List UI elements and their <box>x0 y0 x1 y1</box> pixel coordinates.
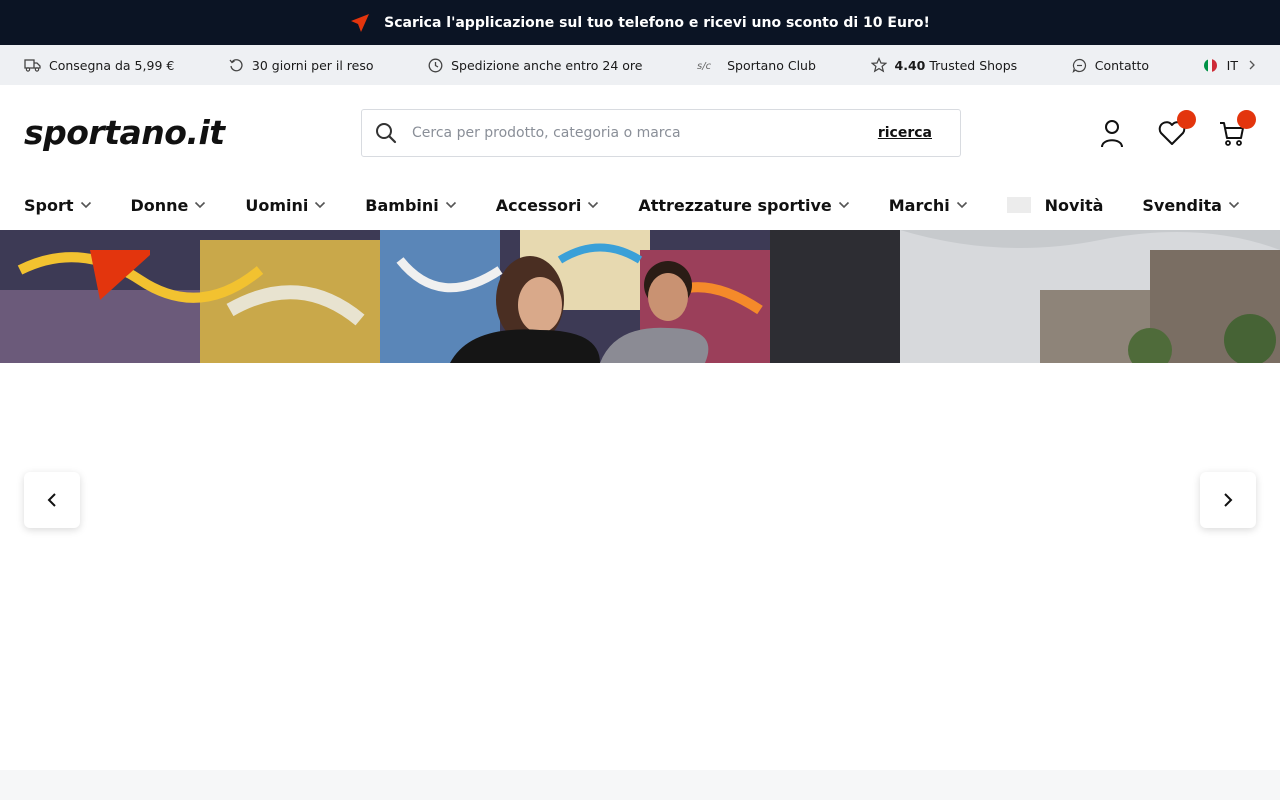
usp-returns-label: 30 giorni per il reso <box>251 57 374 73</box>
search-input[interactable] <box>412 125 878 141</box>
usp-trusted-label: Trusted Shops <box>929 57 1018 73</box>
search-button[interactable]: ricerca <box>878 125 932 141</box>
chevron-down-icon <box>195 201 206 209</box>
nav-item-accessori[interactable]: Accessori <box>496 196 600 215</box>
search-bar: ricerca <box>361 109 961 157</box>
chevron-down-icon <box>838 201 849 209</box>
nav-item-bambini[interactable]: Bambini <box>365 196 456 215</box>
cart-button[interactable] <box>1216 110 1256 149</box>
usp-shipping[interactable]: Spedizione anche entro 24 ore <box>428 58 642 73</box>
usp-delivery-label: Consegna da 5,99 € <box>49 57 175 73</box>
nav-item-label: Donne <box>130 195 189 215</box>
italy-flag-icon <box>1203 58 1217 72</box>
language-code: IT <box>1226 57 1238 73</box>
chevron-down-icon <box>588 201 599 209</box>
star-icon <box>870 57 887 73</box>
site-logo[interactable]: sportano.it <box>24 113 225 152</box>
chevron-right-icon <box>1249 60 1255 70</box>
novita-image-placeholder <box>1006 197 1031 213</box>
cart-badge <box>1237 110 1256 129</box>
nav-item-label: Sport <box>24 195 74 215</box>
usp-trusted-shops[interactable]: 4.40 Trusted Shops <box>870 57 1018 73</box>
nav-item-svendita[interactable]: Svendita <box>1142 196 1240 215</box>
nav-item-label: Marchi <box>888 195 950 215</box>
nav-item-novita[interactable]: Novità <box>1006 195 1104 215</box>
nav-item-attrezzature[interactable]: Attrezzature sportive <box>638 196 849 215</box>
hero-banner[interactable] <box>0 230 1280 363</box>
usp-contact[interactable]: Contatto <box>1072 58 1149 73</box>
language-selector[interactable]: IT <box>1203 57 1256 73</box>
clock-icon <box>428 58 443 72</box>
carousel-next-button[interactable] <box>1200 472 1256 528</box>
wishlist-badge <box>1177 110 1196 129</box>
nav-item-label: Bambini <box>365 195 439 215</box>
chevron-down-icon <box>956 201 967 209</box>
usp-delivery[interactable]: Consegna da 5,99 € <box>24 58 174 73</box>
usp-shipping-label: Spedizione anche entro 24 ore <box>451 57 643 73</box>
nav-item-sport[interactable]: Sport <box>24 196 92 215</box>
chat-icon <box>1072 58 1086 73</box>
nav-item-label: Svendita <box>1142 195 1222 215</box>
main-nav: Sport Donne Uomini Bambini Accessori Att… <box>0 180 1280 230</box>
chevron-down-icon <box>80 201 91 209</box>
usp-returns[interactable]: 30 giorni per il reso <box>229 58 374 73</box>
account-button[interactable] <box>1096 117 1128 149</box>
hero-image <box>0 230 1280 363</box>
chevron-right-icon <box>1224 493 1233 507</box>
nav-item-uomini[interactable]: Uomini <box>245 196 326 215</box>
truck-icon <box>24 59 41 72</box>
svg-text:s/c: s/c <box>697 61 712 71</box>
wishlist-button[interactable] <box>1156 110 1196 149</box>
carousel-prev-button[interactable] <box>24 472 80 528</box>
nav-item-label: Accessori <box>495 195 582 215</box>
section-divider <box>0 770 1280 800</box>
usp-club[interactable]: s/c Sportano Club <box>697 58 816 73</box>
chevron-down-icon <box>1228 201 1240 209</box>
return-icon <box>229 58 243 71</box>
user-icon <box>1101 120 1123 148</box>
usp-contact-label: Contatto <box>1094 57 1150 73</box>
nav-item-donne[interactable]: Donne <box>130 196 206 215</box>
nav-item-marchi[interactable]: Marchi <box>889 196 968 215</box>
hero-content-area <box>0 363 1280 770</box>
nav-item-label: Attrezzature sportive <box>638 195 832 215</box>
usp-club-label: Sportano Club <box>727 57 816 73</box>
send-icon <box>351 13 370 32</box>
rating-value: 4.40 <box>894 57 926 73</box>
promo-banner[interactable]: Scarica l'applicazione sul tuo telefono … <box>0 0 1280 45</box>
nav-item-label: Uomini <box>245 195 309 215</box>
chevron-down-icon <box>315 201 326 209</box>
chevron-left-icon <box>47 493 56 507</box>
chevron-down-icon <box>445 201 456 209</box>
club-icon: s/c <box>697 61 712 71</box>
search-icon[interactable] <box>374 121 398 145</box>
nav-item-label: Novità <box>1044 195 1104 215</box>
usp-strip: Consegna da 5,99 € 30 giorni per il reso… <box>0 45 1280 85</box>
site-header: sportano.it ricerca <box>0 85 1280 180</box>
promo-text: Scarica l'applicazione sul tuo telefono … <box>384 14 930 31</box>
